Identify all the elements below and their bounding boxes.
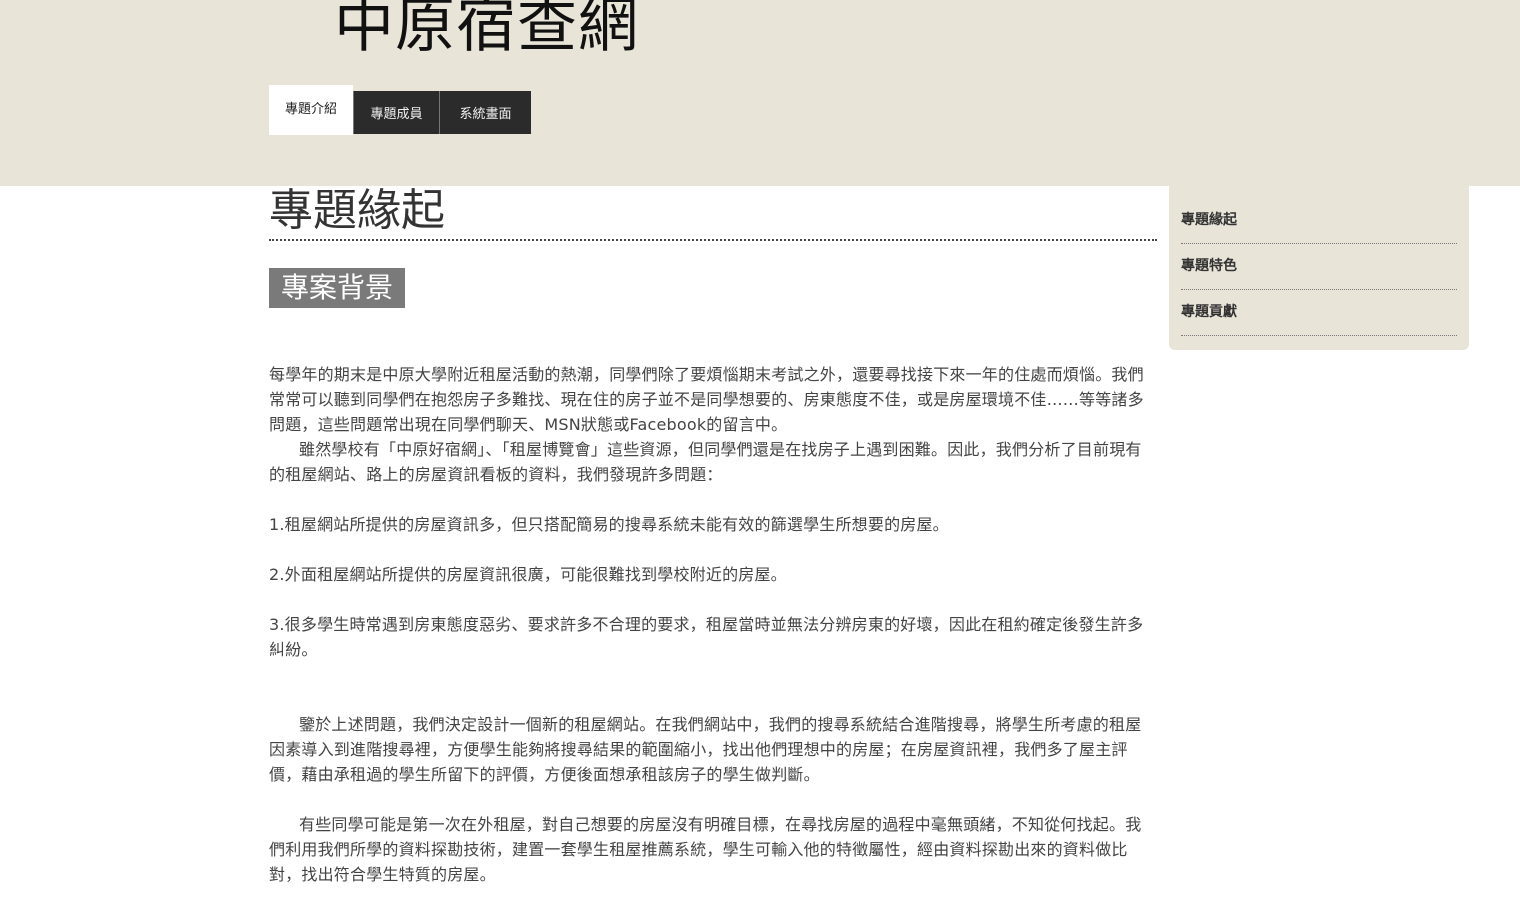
article-body: 每學年的期末是中原大學附近租屋活動的熱潮，同學們除了要煩惱期末考試之外，還要尋找… — [269, 362, 1157, 887]
sidebar-item-origin[interactable]: 專題緣起 — [1181, 198, 1457, 244]
sidebar-item-features[interactable]: 專題特色 — [1181, 244, 1457, 290]
site-header: 中原宿查網 專題介紹 專題成員 系統畫面 — [0, 0, 1520, 186]
page-title: 專題緣起 — [269, 186, 1157, 241]
paragraph-solution: 鑒於上述問題，我們決定設計一個新的租屋網站。在我們網站中，我們的搜尋系統結合進階… — [269, 715, 1142, 784]
paragraph-resources: 雖然學校有「中原好宿網」、「租屋博覽會」這些資源，但同學們還是在找房子上遇到困難… — [269, 440, 1142, 484]
paragraph-recommendation: 有些同學可能是第一次在外租屋，對自己想要的房屋沒有明確目標，在尋找房屋的過程中毫… — [269, 815, 1142, 884]
problem-item-3: 3.很多學生時常遇到房東態度惡劣、要求許多不合理的要求，租屋當時並無法分辨房東的… — [269, 615, 1144, 659]
tab-system-screens[interactable]: 系統畫面 — [439, 91, 531, 134]
main-content: 專題緣起 專案背景 每學年的期末是中原大學附近租屋活動的熱潮，同學們除了要煩惱期… — [269, 186, 1157, 887]
problem-item-1: 1.租屋網站所提供的房屋資訊多，但只搭配簡易的搜尋系統未能有效的篩選學生所想要的… — [269, 515, 949, 534]
section-badge: 專案背景 — [269, 268, 406, 308]
site-title[interactable]: 中原宿查網 — [334, 0, 639, 62]
sidebar: 專題緣起 專題特色 專題貢獻 — [1169, 186, 1469, 350]
sidebar-item-contributions[interactable]: 專題貢獻 — [1181, 290, 1457, 336]
main-nav: 專題介紹 專題成員 系統畫面 — [269, 85, 531, 135]
tab-project-members[interactable]: 專題成員 — [353, 91, 439, 134]
paragraph-intro: 每學年的期末是中原大學附近租屋活動的熱潮，同學們除了要煩惱期末考試之外，還要尋找… — [269, 365, 1144, 434]
tab-project-intro[interactable]: 專題介紹 — [269, 85, 353, 135]
problem-item-2: 2.外面租屋網站所提供的房屋資訊很廣，可能很難找到學校附近的房屋。 — [269, 565, 787, 584]
